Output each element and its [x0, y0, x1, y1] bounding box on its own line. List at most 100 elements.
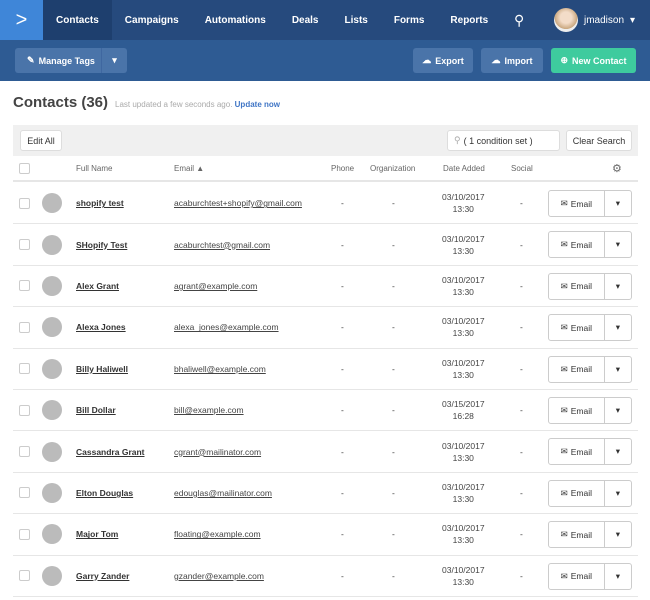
edit-all-button[interactable]: Edit All	[20, 130, 62, 151]
email-button[interactable]: ✉Email	[549, 439, 605, 464]
email-dropdown[interactable]: ▾	[605, 564, 631, 589]
email-dropdown[interactable]: ▾	[605, 398, 631, 423]
email-dropdown[interactable]: ▾	[605, 522, 631, 547]
contact-name[interactable]: Elton Douglas	[76, 473, 133, 513]
contact-organization: -	[392, 473, 395, 513]
email-button[interactable]: ✉Email	[549, 522, 605, 547]
row-checkbox[interactable]	[19, 239, 30, 250]
nav-reports[interactable]: Reports	[437, 0, 501, 40]
contact-email[interactable]: bill@example.com	[174, 390, 244, 430]
contact-name[interactable]: Garry Zander	[76, 556, 129, 596]
contact-name[interactable]: Alexa Jones	[76, 307, 126, 347]
contact-email[interactable]: gzander@example.com	[174, 556, 264, 596]
nav-contacts[interactable]: Contacts	[43, 0, 112, 40]
envelope-icon: ✉	[561, 405, 568, 416]
row-checkbox[interactable]	[19, 570, 30, 581]
contact-name[interactable]: Major Tom	[76, 514, 118, 554]
row-checkbox[interactable]	[19, 322, 30, 333]
contact-email[interactable]: bhaliwell@example.com	[174, 349, 266, 389]
contact-social: -	[520, 514, 523, 554]
clear-search-button[interactable]: Clear Search	[566, 130, 632, 151]
user-menu[interactable]: jmadison ▾	[554, 8, 635, 32]
envelope-icon: ✉	[561, 198, 568, 209]
col-full-name[interactable]: Full Name	[76, 157, 112, 180]
export-button[interactable]: ☁Export	[413, 48, 473, 73]
row-checkbox[interactable]	[19, 487, 30, 498]
nav-campaigns[interactable]: Campaigns	[112, 0, 192, 40]
email-button[interactable]: ✉Email	[549, 481, 605, 506]
contact-name[interactable]: Alex Grant	[76, 266, 119, 306]
email-dropdown[interactable]: ▾	[605, 191, 631, 216]
email-button[interactable]: ✉Email	[549, 191, 605, 216]
contact-email[interactable]: alexa_jones@example.com	[174, 307, 279, 347]
col-social[interactable]: Social	[511, 157, 533, 180]
contact-social: -	[520, 431, 523, 471]
envelope-icon: ✉	[561, 529, 568, 540]
search-icon[interactable]: ⚲	[514, 12, 524, 29]
table-row: Elton Douglas edouglas@mailinator.com - …	[13, 473, 638, 514]
email-button-group: ✉Email ▾	[548, 190, 632, 217]
email-button[interactable]: ✉Email	[549, 274, 605, 299]
table-row: Alex Grant agrant@example.com - - 03/10/…	[13, 266, 638, 307]
contact-name[interactable]: Cassandra Grant	[76, 431, 145, 471]
select-all-checkbox[interactable]	[19, 163, 30, 174]
contact-social: -	[520, 349, 523, 389]
col-organization[interactable]: Organization	[370, 157, 415, 180]
row-checkbox[interactable]	[19, 198, 30, 209]
email-button[interactable]: ✉Email	[549, 564, 605, 589]
row-checkbox[interactable]	[19, 529, 30, 540]
email-button[interactable]: ✉Email	[549, 315, 605, 340]
contact-email[interactable]: edouglas@mailinator.com	[174, 473, 272, 513]
new-contact-button[interactable]: ⊕New Contact	[551, 48, 636, 73]
email-dropdown[interactable]: ▾	[605, 274, 631, 299]
email-dropdown[interactable]: ▾	[605, 357, 631, 382]
row-checkbox[interactable]	[19, 280, 30, 291]
time-added: 13:30	[453, 286, 474, 298]
import-button[interactable]: ☁Import	[481, 48, 543, 73]
logo-icon[interactable]: >	[0, 0, 43, 40]
manage-tags-button[interactable]: ✎Manage Tags	[15, 48, 107, 73]
contact-name[interactable]: Bill Dollar	[76, 390, 116, 430]
nav-automations[interactable]: Automations	[192, 0, 279, 40]
time-added: 13:30	[453, 245, 474, 257]
table-row: Major Tom floating@example.com - - 03/10…	[13, 514, 638, 555]
row-checkbox[interactable]	[19, 405, 30, 416]
manage-tags-dropdown[interactable]: ▾	[101, 48, 127, 73]
nav-lists[interactable]: Lists	[332, 0, 381, 40]
email-button[interactable]: ✉Email	[549, 398, 605, 423]
row-checkbox[interactable]	[19, 363, 30, 374]
contact-name[interactable]: SHopify Test	[76, 224, 127, 264]
col-phone[interactable]: Phone	[331, 157, 354, 180]
table-row: SHopify Test acaburchtest@gmail.com - - …	[13, 224, 638, 265]
email-dropdown[interactable]: ▾	[605, 315, 631, 340]
cloud-download-icon: ☁	[492, 55, 501, 66]
contact-avatar	[42, 566, 62, 586]
email-dropdown[interactable]: ▾	[605, 481, 631, 506]
contact-email[interactable]: cgrant@mailinator.com	[174, 431, 261, 471]
email-button[interactable]: ✉Email	[549, 357, 605, 382]
time-added: 13:30	[453, 203, 474, 215]
email-dropdown[interactable]: ▾	[605, 439, 631, 464]
contact-email[interactable]: acaburchtest@gmail.com	[174, 224, 270, 264]
col-email[interactable]: Email ▲	[174, 157, 204, 180]
email-dropdown[interactable]: ▾	[605, 232, 631, 257]
contact-name[interactable]: Billy Haliwell	[76, 349, 128, 389]
nav-forms[interactable]: Forms	[381, 0, 438, 40]
gear-icon[interactable]: ⚙	[612, 157, 622, 180]
contact-name[interactable]: shopify test	[76, 183, 124, 223]
contact-email[interactable]: agrant@example.com	[174, 266, 257, 306]
contact-email[interactable]: acaburchtest+shopify@gmail.com	[174, 183, 302, 223]
contact-avatar	[42, 400, 62, 420]
contact-email[interactable]: floating@example.com	[174, 514, 261, 554]
email-button-group: ✉Email ▾	[548, 480, 632, 507]
email-label: Email	[571, 447, 592, 457]
date-added: 03/10/2017	[442, 564, 485, 576]
update-now-link[interactable]: Update now	[235, 100, 280, 109]
email-button[interactable]: ✉Email	[549, 232, 605, 257]
col-date-added[interactable]: Date Added	[443, 157, 485, 180]
table-row: Cassandra Grant cgrant@mailinator.com - …	[13, 431, 638, 472]
nav-deals[interactable]: Deals	[279, 0, 332, 40]
search-input[interactable]: ⚲( 1 condition set )	[447, 130, 560, 151]
row-checkbox[interactable]	[19, 446, 30, 457]
contact-phone: -	[341, 349, 344, 389]
